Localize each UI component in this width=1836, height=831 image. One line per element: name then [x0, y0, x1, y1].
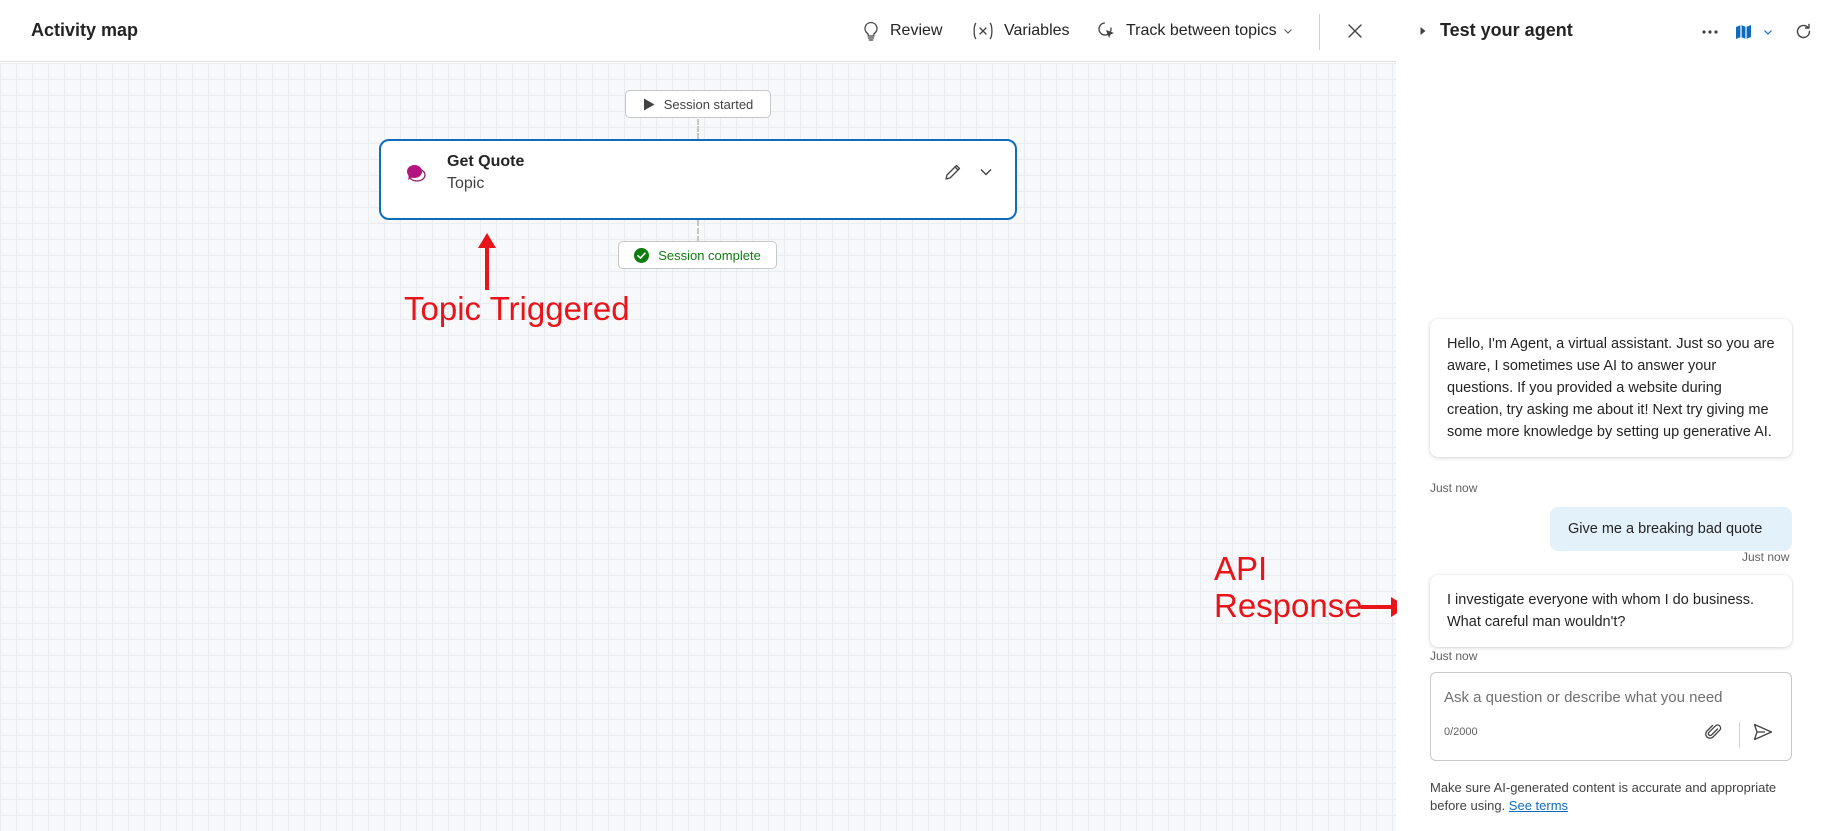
api-response-annotation-line2: Response: [1214, 587, 1363, 624]
message-timestamp: Just now: [1430, 481, 1478, 495]
message-timestamp: Just now: [1430, 649, 1478, 663]
message-composer[interactable]: 0/2000: [1430, 672, 1792, 761]
user-message: Give me a breaking bad quote: [1550, 507, 1792, 551]
more-options-icon[interactable]: [1700, 22, 1720, 42]
header-divider: [1319, 14, 1320, 50]
topic-card[interactable]: Get Quote Topic: [379, 139, 1017, 220]
check-circle-icon: [634, 247, 650, 263]
lightbulb-icon: [860, 20, 882, 42]
chat-bubbles-icon: [406, 163, 428, 188]
session-started-label: Session started: [663, 96, 754, 112]
session-started-node: Session started: [625, 90, 771, 118]
variables-label: Variables: [1004, 22, 1070, 39]
red-arrow-up-icon: [478, 233, 496, 290]
see-terms-link[interactable]: See terms: [1509, 798, 1568, 813]
cursor-track-icon: [1096, 20, 1118, 42]
session-complete-node: Session complete: [618, 241, 777, 269]
agent-message: Hello, I'm Agent, a virtual assistant. J…: [1430, 319, 1792, 457]
play-icon: [643, 98, 655, 111]
review-button[interactable]: Review: [860, 18, 942, 44]
chevron-down-icon[interactable]: [979, 165, 993, 184]
map-icon: [1735, 24, 1752, 40]
activity-map-pane: Activity map Review Variables Track betw…: [0, 0, 1396, 831]
topic-type-label: Topic: [447, 175, 485, 192]
flow-connector: [697, 220, 699, 242]
close-icon: [1347, 23, 1363, 39]
close-button[interactable]: [1344, 20, 1366, 42]
collapse-caret-icon[interactable]: [1418, 26, 1428, 36]
refresh-icon[interactable]: [1793, 21, 1813, 41]
message-timestamp: Just now: [1742, 550, 1790, 564]
test-agent-title: Test your agent: [1440, 20, 1573, 40]
variable-icon: [970, 20, 996, 42]
ai-disclaimer: Make sure AI-generated content is accura…: [1430, 779, 1810, 815]
attach-icon[interactable]: [1705, 723, 1723, 746]
character-count: 0/2000: [1444, 726, 1478, 738]
test-agent-header: Test your agent: [1397, 0, 1836, 62]
activity-map-header: Activity map Review Variables Track betw…: [0, 0, 1396, 62]
chat-input[interactable]: [1444, 685, 1774, 709]
topic-title: Get Quote: [447, 153, 525, 170]
track-between-topics-dropdown[interactable]: Track between topics: [1096, 18, 1293, 44]
send-icon[interactable]: [1753, 723, 1773, 746]
track-label: Track between topics: [1126, 22, 1277, 39]
review-label: Review: [890, 22, 943, 39]
topic-triggered-annotation: Topic Triggered: [404, 290, 630, 327]
composer-divider: [1739, 722, 1740, 748]
activity-map-toggle[interactable]: [1733, 21, 1775, 43]
variables-button[interactable]: Variables: [970, 18, 1070, 44]
session-complete-label: Session complete: [658, 247, 761, 263]
test-agent-pane: Test your agent Hello, I'm Agent, a virt…: [1397, 0, 1836, 831]
api-response-annotation-line1: API: [1214, 550, 1268, 587]
flow-connector: [697, 119, 699, 139]
chevron-down-icon: [1283, 26, 1293, 36]
chevron-down-icon: [1763, 27, 1773, 37]
agent-message: I investigate everyone with whom I do bu…: [1430, 575, 1792, 647]
activity-map-title: Activity map: [31, 20, 139, 40]
disclaimer-text: Make sure AI-generated content is accura…: [1430, 780, 1777, 813]
edit-icon[interactable]: [944, 163, 962, 186]
